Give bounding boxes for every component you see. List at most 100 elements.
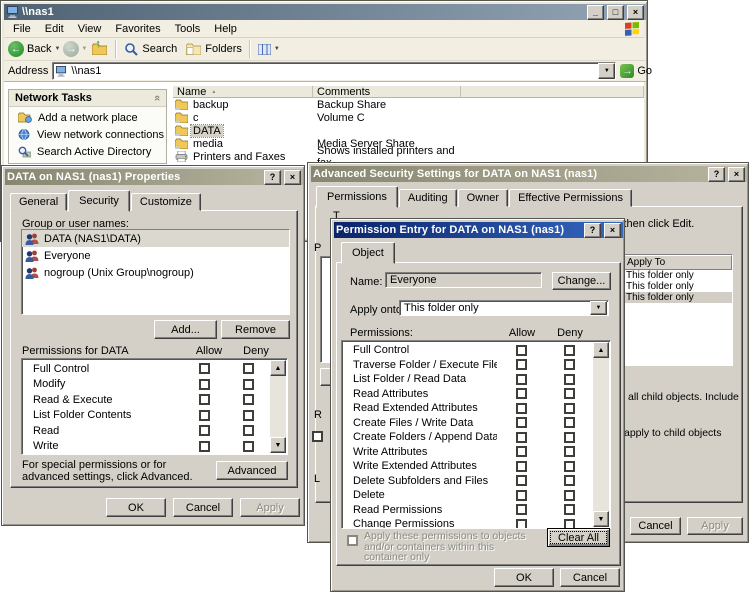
group-item[interactable]: nogroup (Unix Group\nogroup) bbox=[22, 264, 289, 281]
network-tasks-header[interactable]: Network Tasks « bbox=[9, 90, 166, 107]
views-dropdown-icon[interactable]: ▼ bbox=[274, 46, 280, 52]
menu-favorites[interactable]: Favorites bbox=[108, 21, 167, 37]
allow-checkbox[interactable] bbox=[198, 409, 210, 421]
permission-entry-titlebar[interactable]: Permission Entry for DATA on NAS1 (nas1)… bbox=[334, 222, 623, 238]
deny-checkbox[interactable] bbox=[242, 440, 254, 452]
group-item-selected[interactable]: DATA (NAS1\DATA) bbox=[22, 230, 289, 247]
cancel-button[interactable]: Cancel bbox=[560, 568, 620, 587]
allow-checkbox[interactable] bbox=[515, 504, 527, 516]
group-item[interactable]: Everyone bbox=[22, 247, 289, 264]
deny-checkbox[interactable] bbox=[563, 475, 575, 487]
file-row[interactable]: backup Backup Share bbox=[173, 98, 645, 111]
column-header-comments[interactable]: Comments bbox=[313, 86, 461, 98]
file-row[interactable]: c Volume C bbox=[173, 111, 645, 124]
deny-checkbox[interactable] bbox=[242, 409, 254, 421]
deny-checkbox[interactable] bbox=[563, 504, 575, 516]
file-row[interactable]: DATA bbox=[173, 123, 645, 138]
permission-row[interactable]: Read Extended Attributes bbox=[342, 401, 610, 416]
permission-row[interactable]: Full Control bbox=[342, 343, 610, 358]
back-button[interactable]: ← Back ▼ bbox=[8, 41, 60, 57]
permission-row[interactable]: Read Attributes bbox=[342, 387, 610, 402]
deny-checkbox[interactable] bbox=[563, 373, 575, 385]
close-icon[interactable]: × bbox=[627, 4, 644, 20]
help-icon[interactable]: ? bbox=[708, 166, 725, 182]
permission-row[interactable]: Delete Subfolders and Files bbox=[342, 474, 610, 489]
deny-checkbox[interactable] bbox=[563, 431, 575, 443]
permission-row[interactable]: Traverse Folder / Execute File bbox=[342, 358, 610, 373]
permission-row[interactable]: Read & Execute bbox=[22, 392, 287, 408]
deny-checkbox[interactable] bbox=[563, 489, 575, 501]
deny-checkbox[interactable] bbox=[563, 344, 575, 356]
menu-view[interactable]: View bbox=[71, 21, 109, 37]
tab-auditing[interactable]: Auditing bbox=[398, 189, 457, 207]
deny-checkbox[interactable] bbox=[563, 460, 575, 472]
apply-to-list[interactable]: Apply To This folder only This folder on… bbox=[622, 254, 733, 366]
allow-checkbox[interactable] bbox=[515, 518, 527, 528]
scroll-down-icon[interactable]: ▼ bbox=[593, 511, 609, 527]
deny-checkbox[interactable] bbox=[242, 425, 254, 437]
deny-checkbox[interactable] bbox=[563, 417, 575, 429]
deny-checkbox[interactable] bbox=[563, 446, 575, 458]
permission-row[interactable]: Write bbox=[22, 439, 287, 455]
permission-row[interactable]: List Folder Contents bbox=[22, 408, 287, 424]
tab-object[interactable]: Object bbox=[341, 242, 395, 264]
explorer-titlebar[interactable]: \\nas1 _ □ × bbox=[4, 4, 646, 20]
task-add-network-place[interactable]: Add a network place bbox=[9, 109, 166, 126]
allow-checkbox[interactable] bbox=[198, 394, 210, 406]
group-names-list[interactable]: DATA (NAS1\DATA) Everyone nogroup (Unix … bbox=[21, 229, 290, 315]
column-header-blank[interactable] bbox=[461, 86, 644, 98]
menu-help[interactable]: Help bbox=[207, 21, 244, 37]
deny-checkbox[interactable] bbox=[563, 359, 575, 371]
views-button[interactable]: ▼ bbox=[257, 43, 280, 55]
cancel-button[interactable]: Cancel bbox=[173, 498, 233, 517]
permission-row[interactable]: Full Control bbox=[22, 361, 287, 377]
help-icon[interactable]: ? bbox=[584, 222, 601, 238]
tab-owner[interactable]: Owner bbox=[457, 189, 509, 207]
allow-checkbox[interactable] bbox=[515, 475, 527, 487]
maximize-icon[interactable]: □ bbox=[607, 4, 624, 20]
replace-checkbox[interactable] bbox=[312, 431, 323, 442]
address-combobox[interactable]: \\nas1 ▼ bbox=[52, 62, 617, 80]
permission-row[interactable]: List Folder / Read Data bbox=[342, 372, 610, 387]
tab-general[interactable]: General bbox=[10, 193, 68, 211]
allow-checkbox[interactable] bbox=[198, 440, 210, 452]
up-button[interactable]: ↑ bbox=[90, 38, 108, 58]
allow-checkbox[interactable] bbox=[515, 431, 527, 443]
forward-dropdown-icon[interactable]: ▼ bbox=[81, 46, 87, 52]
apply-containers-checkbox[interactable] bbox=[347, 535, 358, 546]
column-header-name[interactable]: Name ▲ bbox=[173, 86, 313, 98]
deny-checkbox[interactable] bbox=[242, 394, 254, 406]
remove-button[interactable]: Remove bbox=[221, 320, 290, 339]
folders-button[interactable]: Folders bbox=[186, 43, 242, 55]
search-button[interactable]: Search bbox=[124, 42, 177, 56]
allow-checkbox[interactable] bbox=[198, 378, 210, 390]
scrollbar[interactable]: ▲ ▼ bbox=[593, 342, 609, 527]
properties-titlebar[interactable]: DATA on NAS1 (nas1) Properties ? × bbox=[5, 169, 303, 185]
allow-checkbox[interactable] bbox=[515, 388, 527, 400]
help-icon[interactable]: ? bbox=[264, 169, 281, 185]
permission-row[interactable]: Read bbox=[22, 423, 287, 439]
allow-checkbox[interactable] bbox=[198, 363, 210, 375]
deny-checkbox[interactable] bbox=[563, 402, 575, 414]
scroll-down-icon[interactable]: ▼ bbox=[270, 437, 286, 453]
menu-edit[interactable]: Edit bbox=[38, 21, 71, 37]
allow-checkbox[interactable] bbox=[515, 402, 527, 414]
apply-to-row[interactable]: This folder only bbox=[623, 281, 732, 292]
clear-all-button[interactable]: Clear All bbox=[547, 528, 610, 547]
task-view-network-connections[interactable]: View network connections bbox=[9, 126, 166, 143]
allow-checkbox[interactable] bbox=[515, 373, 527, 385]
permission-row[interactable]: Create Files / Write Data bbox=[342, 416, 610, 431]
permission-row[interactable]: Modify bbox=[22, 377, 287, 393]
permission-row[interactable]: Create Folders / Append Data bbox=[342, 430, 610, 445]
permission-row[interactable]: Delete bbox=[342, 488, 610, 503]
allow-checkbox[interactable] bbox=[515, 489, 527, 501]
permissions-list[interactable]: Full Control Modify Read & Execute List … bbox=[21, 358, 288, 455]
name-field[interactable]: Everyone bbox=[385, 272, 542, 288]
close-icon[interactable]: × bbox=[284, 169, 301, 185]
deny-checkbox[interactable] bbox=[563, 388, 575, 400]
tab-effective-permissions[interactable]: Effective Permissions bbox=[509, 189, 633, 207]
allow-checkbox[interactable] bbox=[515, 446, 527, 458]
apply-to-row-selected[interactable]: This folder only bbox=[623, 292, 732, 303]
forward-button[interactable]: → ▼ bbox=[63, 41, 87, 57]
permission-row[interactable]: Write Attributes bbox=[342, 445, 610, 460]
